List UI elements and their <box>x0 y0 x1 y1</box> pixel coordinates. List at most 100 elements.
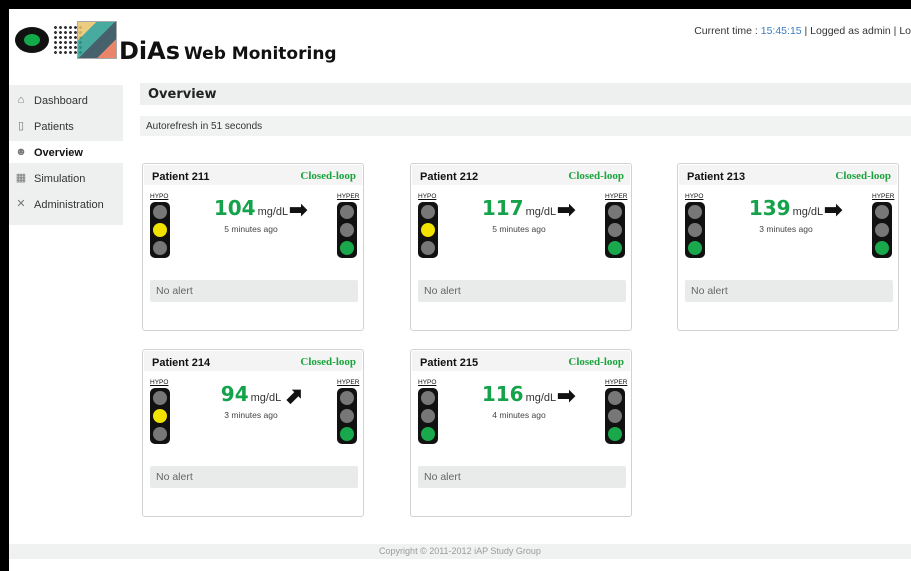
app-title: DiAs Web Monitoring <box>119 37 337 65</box>
logged-user-label: | Logged as admin | <box>801 25 900 37</box>
patient-card[interactable]: Patient 215 Closed-loop HYPO HYPER 116 mg/dL 4… <box>410 349 632 517</box>
reading-age: 4 minutes ago <box>492 410 546 420</box>
trend-arrow-right-icon: ➡ <box>557 197 576 222</box>
autorefresh-text: Autorefresh in 51 seconds <box>146 121 263 132</box>
sidebar-item-dashboard[interactable]: ⌂ Dashboard <box>9 89 123 111</box>
hyper-label: HYPER <box>605 379 628 386</box>
light-lamp <box>421 391 435 405</box>
patient-name[interactable]: Patient 215 <box>420 357 478 369</box>
light-lamp <box>153 205 167 219</box>
light-lamp <box>421 427 435 441</box>
control-mode: Closed-loop <box>300 356 356 368</box>
alert-box: No alert <box>150 466 358 488</box>
control-mode: Closed-loop <box>835 170 891 182</box>
light-lamp <box>608 391 622 405</box>
hypo-label: HYPO <box>418 379 437 386</box>
glucose-unit: mg/dL <box>525 206 557 218</box>
sidebar: ⌂ Dashboard ▯ Patients ☻ Overview ▦ Simulation ✕… <box>9 85 123 225</box>
light-lamp <box>421 223 435 237</box>
app-name-web: Web Monitoring <box>184 44 337 64</box>
light-lamp <box>340 409 354 423</box>
light-lamp <box>875 223 889 237</box>
light-lamp <box>153 241 167 255</box>
hypo-label: HYPO <box>418 193 437 200</box>
logo-image-icon <box>77 21 117 59</box>
header: DiAs Web Monitoring Current time : 15:45:… <box>9 9 911 73</box>
control-mode: Closed-loop <box>300 170 356 182</box>
patient-card[interactable]: Patient 213 Closed-loop HYPO HYPER 139 mg/dL 3… <box>677 163 899 331</box>
glucose-unit: mg/dL <box>257 206 289 218</box>
autorefresh-bar: Autorefresh in 51 seconds <box>140 116 911 136</box>
light-lamp <box>340 205 354 219</box>
top-info: Current time : 15:45:15 | Logged as admi… <box>694 25 911 37</box>
light-lamp <box>608 409 622 423</box>
hyper-label: HYPER <box>337 379 360 386</box>
glucose-value: 94 <box>220 382 249 406</box>
logout-link[interactable]: Lo <box>899 25 911 37</box>
hyper-traffic-light-icon <box>605 202 625 258</box>
patient-card[interactable]: Patient 212 Closed-loop HYPO HYPER 117 mg/dL 5… <box>410 163 632 331</box>
patient-name[interactable]: Patient 213 <box>687 171 745 183</box>
trend-arrow-up-right-icon: ⬈ <box>285 383 304 408</box>
hypo-label: HYPO <box>150 379 169 386</box>
hypo-traffic-light-icon <box>150 388 170 444</box>
sidebar-item-simulation[interactable]: ▦ Simulation <box>9 167 123 189</box>
hypo-traffic-light-icon <box>685 202 705 258</box>
page-title: Overview <box>148 87 217 102</box>
light-lamp <box>340 391 354 405</box>
card-header: Patient 213 Closed-loop <box>679 165 897 185</box>
sidebar-item-label: Simulation <box>34 173 86 185</box>
current-time-value: 15:45:15 <box>760 25 802 37</box>
light-lamp <box>421 241 435 255</box>
patient-name[interactable]: Patient 214 <box>152 357 210 369</box>
glucose-unit: mg/dL <box>525 392 557 404</box>
light-lamp <box>608 241 622 255</box>
glucose-value: 139 <box>748 196 791 220</box>
page-title-bar: Overview <box>140 83 911 105</box>
alert-box: No alert <box>418 280 626 302</box>
logo-ring-icon <box>15 27 49 53</box>
alert-text: No alert <box>156 285 193 297</box>
patient-card[interactable]: Patient 211 Closed-loop HYPO HYPER 104 mg/dL 5… <box>142 163 364 331</box>
light-lamp <box>688 205 702 219</box>
footer: Copyright © 2011-2012 iAP Study Group <box>9 544 911 559</box>
trend-arrow-right-icon: ➡ <box>557 383 576 408</box>
card-header: Patient 215 Closed-loop <box>412 351 630 371</box>
reading-age: 5 minutes ago <box>492 224 546 234</box>
hypo-label: HYPO <box>150 193 169 200</box>
light-lamp <box>340 241 354 255</box>
glucose-unit: mg/dL <box>250 392 282 404</box>
light-lamp <box>688 241 702 255</box>
app-logo[interactable]: DiAs Web Monitoring <box>15 17 337 67</box>
patient-card[interactable]: Patient 214 Closed-loop HYPO HYPER 94 mg/dL 3 … <box>142 349 364 517</box>
home-icon: ⌂ <box>17 94 25 106</box>
glucose-value: 117 <box>481 196 524 220</box>
trend-arrow-right-icon: ➡ <box>289 197 308 222</box>
alert-box: No alert <box>418 466 626 488</box>
alert-text: No alert <box>424 285 461 297</box>
sidebar-item-administration[interactable]: ✕ Administration <box>9 193 123 215</box>
card-header: Patient 212 Closed-loop <box>412 165 630 185</box>
card-header: Patient 214 Closed-loop <box>144 351 362 371</box>
alert-text: No alert <box>691 285 728 297</box>
copyright-text: Copyright © 2011-2012 iAP Study Group <box>379 546 541 556</box>
alert-box: No alert <box>150 280 358 302</box>
light-lamp <box>875 205 889 219</box>
sidebar-item-label: Dashboard <box>34 95 88 107</box>
sidebar-item-overview[interactable]: ☻ Overview <box>9 141 123 163</box>
light-lamp <box>153 409 167 423</box>
light-lamp <box>340 223 354 237</box>
sidebar-item-patients[interactable]: ▯ Patients <box>9 115 123 137</box>
sidebar-item-label: Administration <box>34 199 104 211</box>
app-name-dias: DiAs <box>119 37 181 65</box>
glucose-unit: mg/dL <box>792 206 824 218</box>
control-mode: Closed-loop <box>568 170 624 182</box>
card-header: Patient 211 Closed-loop <box>144 165 362 185</box>
light-lamp <box>608 205 622 219</box>
patient-name[interactable]: Patient 212 <box>420 171 478 183</box>
patient-name[interactable]: Patient 211 <box>152 171 209 183</box>
sidebar-item-label: Overview <box>34 147 83 159</box>
hypo-label: HYPO <box>685 193 704 200</box>
tools-icon: ✕ <box>16 198 26 210</box>
hyper-traffic-light-icon <box>605 388 625 444</box>
